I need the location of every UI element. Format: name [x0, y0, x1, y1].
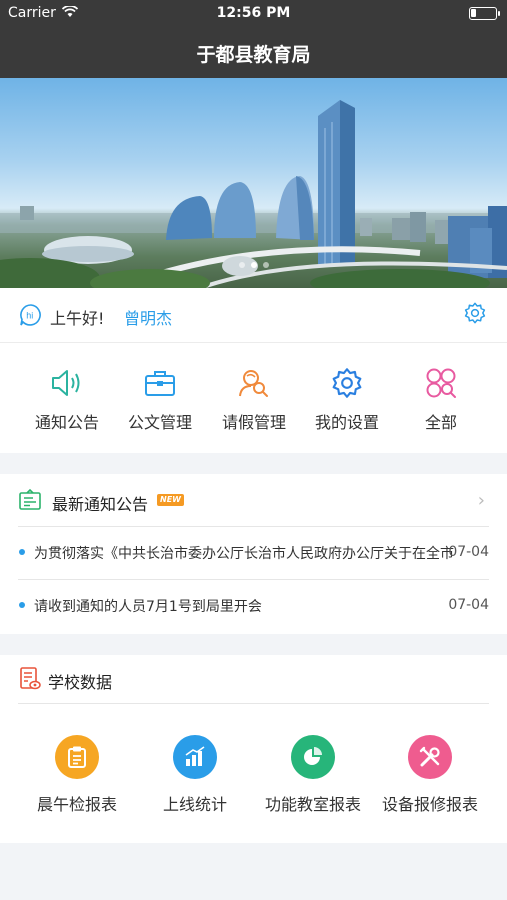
report-label: 设备报修报表 — [381, 795, 478, 814]
page-title: 于都县教育局 — [196, 44, 311, 66]
quick-action-label: 全部 — [424, 413, 457, 432]
hi-icon: hi — [19, 303, 43, 331]
quick-action-all[interactable]: 全部 — [394, 363, 488, 433]
school-data-title: 学校数据 — [48, 673, 113, 692]
bullet-icon — [19, 549, 25, 555]
notice-panel: 最新通知公告 NEW › 为贯彻落实《中共长治市委办公厅长治市人民政府办公厅关于… — [0, 474, 507, 634]
notice-text: 为贯彻落实《中共长治市委办公厅长治市人民政府办公厅关于在全市 — [34, 546, 454, 562]
chevron-right-icon[interactable]: › — [478, 490, 485, 511]
carousel-indicators — [0, 253, 507, 272]
person-search-icon — [207, 363, 301, 403]
report-icon — [18, 666, 42, 696]
carousel-dot[interactable] — [238, 262, 245, 268]
notice-item[interactable]: 请收到通知的人员7月1号到局里开会 07-04 — [18, 579, 489, 632]
tools-icon — [408, 735, 452, 779]
new-badge: NEW — [157, 494, 184, 506]
report-morning-check[interactable]: 晨午检报表 — [18, 735, 136, 815]
report-label: 晨午检报表 — [36, 795, 117, 814]
report-classroom[interactable]: 功能教室报表 — [254, 735, 372, 815]
quick-action-notice[interactable]: 通知公告 — [20, 363, 114, 433]
divider — [18, 703, 489, 704]
carousel-dot-active[interactable] — [250, 262, 257, 268]
notice-header[interactable]: 最新通知公告 NEW › — [0, 474, 507, 526]
quick-actions-panel: 通知公告 公文管理 请假管理 我的设置 全部 — [0, 343, 507, 453]
greeting-bar: hi 上午好! 曾明杰 — [0, 288, 507, 343]
quick-action-documents[interactable]: 公文管理 — [113, 363, 207, 433]
report-label: 上线统计 — [162, 795, 227, 814]
user-name[interactable]: 曾明杰 — [124, 305, 172, 329]
quick-action-label: 通知公告 — [34, 413, 99, 432]
battery-icon — [469, 7, 500, 20]
notice-item[interactable]: 为贯彻落实《中共长治市委办公厅长治市人民政府办公厅关于在全市 07-04 — [18, 526, 489, 579]
clipboard-icon — [55, 735, 99, 779]
quick-action-label: 我的设置 — [314, 413, 379, 432]
gear-icon — [300, 363, 394, 403]
notice-board-icon — [18, 488, 42, 516]
quick-action-leave[interactable]: 请假管理 — [207, 363, 301, 433]
clock: 12:56 PM — [216, 5, 291, 21]
quick-action-label: 请假管理 — [221, 413, 286, 432]
greeting-text: 上午好! — [50, 309, 105, 328]
report-equipment-repair[interactable]: 设备报修报表 — [371, 735, 489, 815]
battery-level — [471, 9, 476, 17]
banner-carousel[interactable] — [0, 78, 507, 288]
notice-date: 07-04 — [448, 597, 489, 613]
bullet-icon — [19, 602, 25, 608]
report-online-stats[interactable]: 上线统计 — [136, 735, 254, 815]
report-label: 功能教室报表 — [264, 795, 361, 814]
notice-text: 请收到通知的人员7月1号到局里开会 — [34, 599, 262, 615]
briefcase-icon — [113, 363, 207, 403]
grid-icon — [394, 363, 488, 403]
speaker-icon — [20, 363, 114, 403]
carousel-dot[interactable] — [262, 262, 269, 268]
nav-bar: 于都县教育局 — [0, 28, 507, 78]
notice-title: 最新通知公告 — [52, 495, 149, 514]
bar-chart-icon — [173, 735, 217, 779]
status-bar: Carrier 12:56 PM — [0, 0, 507, 28]
school-data-panel: 学校数据 晨午检报表 上线统计 功能教室报表 设备报修报表 — [0, 655, 507, 843]
notice-date: 07-04 — [448, 544, 489, 560]
settings-gear-icon[interactable] — [463, 301, 487, 329]
svg-text:hi: hi — [26, 311, 33, 321]
quick-action-settings[interactable]: 我的设置 — [300, 363, 394, 433]
quick-action-label: 公文管理 — [127, 413, 192, 432]
pie-chart-icon — [291, 735, 335, 779]
